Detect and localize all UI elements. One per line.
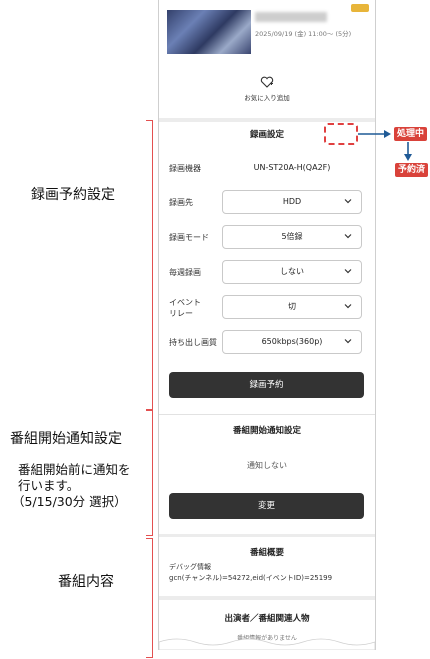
mode-value: 5倍録 [281, 232, 303, 241]
relay-label-line1: イベント [169, 298, 201, 307]
destination-value: HDD [282, 197, 302, 206]
chevron-down-icon [344, 339, 352, 344]
bracket-overview [146, 538, 153, 658]
annotation-notification-desc-2: 行います。 [18, 478, 80, 493]
mode-label: 録画モード [169, 233, 209, 242]
chevron-down-icon [344, 234, 352, 239]
favorite-button[interactable]: お気に入り追加 [237, 74, 297, 108]
divider [159, 534, 375, 537]
reserve-recording-button[interactable]: 録画予約 [169, 372, 364, 398]
channel-logo [351, 4, 369, 12]
chevron-down-icon [344, 304, 352, 309]
relay-value: 切 [288, 302, 296, 311]
arrow-down-icon [404, 142, 412, 161]
divider [159, 596, 375, 600]
bracket-notification [146, 410, 153, 536]
cast-section-title: 出演者／番組関連人物 [224, 614, 310, 624]
state-processing-tag: 処理中 [394, 127, 428, 141]
notification-section-title: 番組開始通知設定 [232, 426, 301, 436]
program-title-blurred [255, 12, 327, 22]
annotation-recording-section: 録画予約設定 [31, 187, 115, 203]
annotation-notification-desc-3: （5/15/30分 選択） [12, 494, 127, 509]
annotation-overview-section: 番組内容 [58, 574, 114, 590]
debug-info-label: デバッグ情報 [169, 563, 211, 571]
arrow-right-icon [358, 130, 391, 138]
program-air-time: 2025/09/19 (金) 11:00～ (5分) [255, 30, 352, 38]
status-indicator-placeholder [324, 123, 358, 145]
relay-label-line2: リレー [169, 309, 193, 318]
notification-status: 通知しない [247, 461, 287, 470]
torn-edge [159, 638, 375, 650]
weekly-value: しない [280, 267, 304, 276]
quality-label: 持ち出し画質 [169, 338, 217, 347]
device-label: 録画機器 [169, 164, 201, 173]
chevron-down-icon [344, 269, 352, 274]
divider [159, 118, 375, 122]
favorite-label: お気に入り追加 [244, 94, 290, 102]
phone-screen: 2025/09/19 (金) 11:00～ (5分) お気に入り追加 録画設定 … [158, 0, 376, 650]
annotation-notification-section: 番組開始通知設定 [10, 431, 122, 447]
relay-select[interactable]: 切 [222, 295, 362, 319]
annotation-notification-desc-1: 番組開始前に通知を [18, 462, 131, 477]
change-notification-button[interactable]: 変更 [169, 493, 364, 519]
divider [159, 414, 375, 415]
chevron-down-icon [344, 199, 352, 204]
debug-info-value: gcn(チャンネル)=54272,eid(イベントID)=25199 [169, 574, 333, 582]
quality-select[interactable]: 650kbps(360p) [222, 330, 362, 354]
destination-label: 録画先 [169, 198, 193, 207]
mode-select[interactable]: 5倍録 [222, 225, 362, 249]
bracket-recording [146, 120, 153, 410]
program-thumbnail [167, 10, 251, 54]
destination-select[interactable]: HDD [222, 190, 362, 214]
weekly-select[interactable]: しない [222, 260, 362, 284]
device-value: UN-ST20A-H(QA2F) [253, 163, 331, 172]
state-reserved-tag: 予約済 [395, 163, 429, 177]
heart-plus-icon [260, 76, 274, 88]
overview-section-title: 番組概要 [249, 548, 284, 558]
quality-value: 650kbps(360p) [261, 337, 323, 346]
weekly-label: 毎週録画 [169, 268, 201, 277]
